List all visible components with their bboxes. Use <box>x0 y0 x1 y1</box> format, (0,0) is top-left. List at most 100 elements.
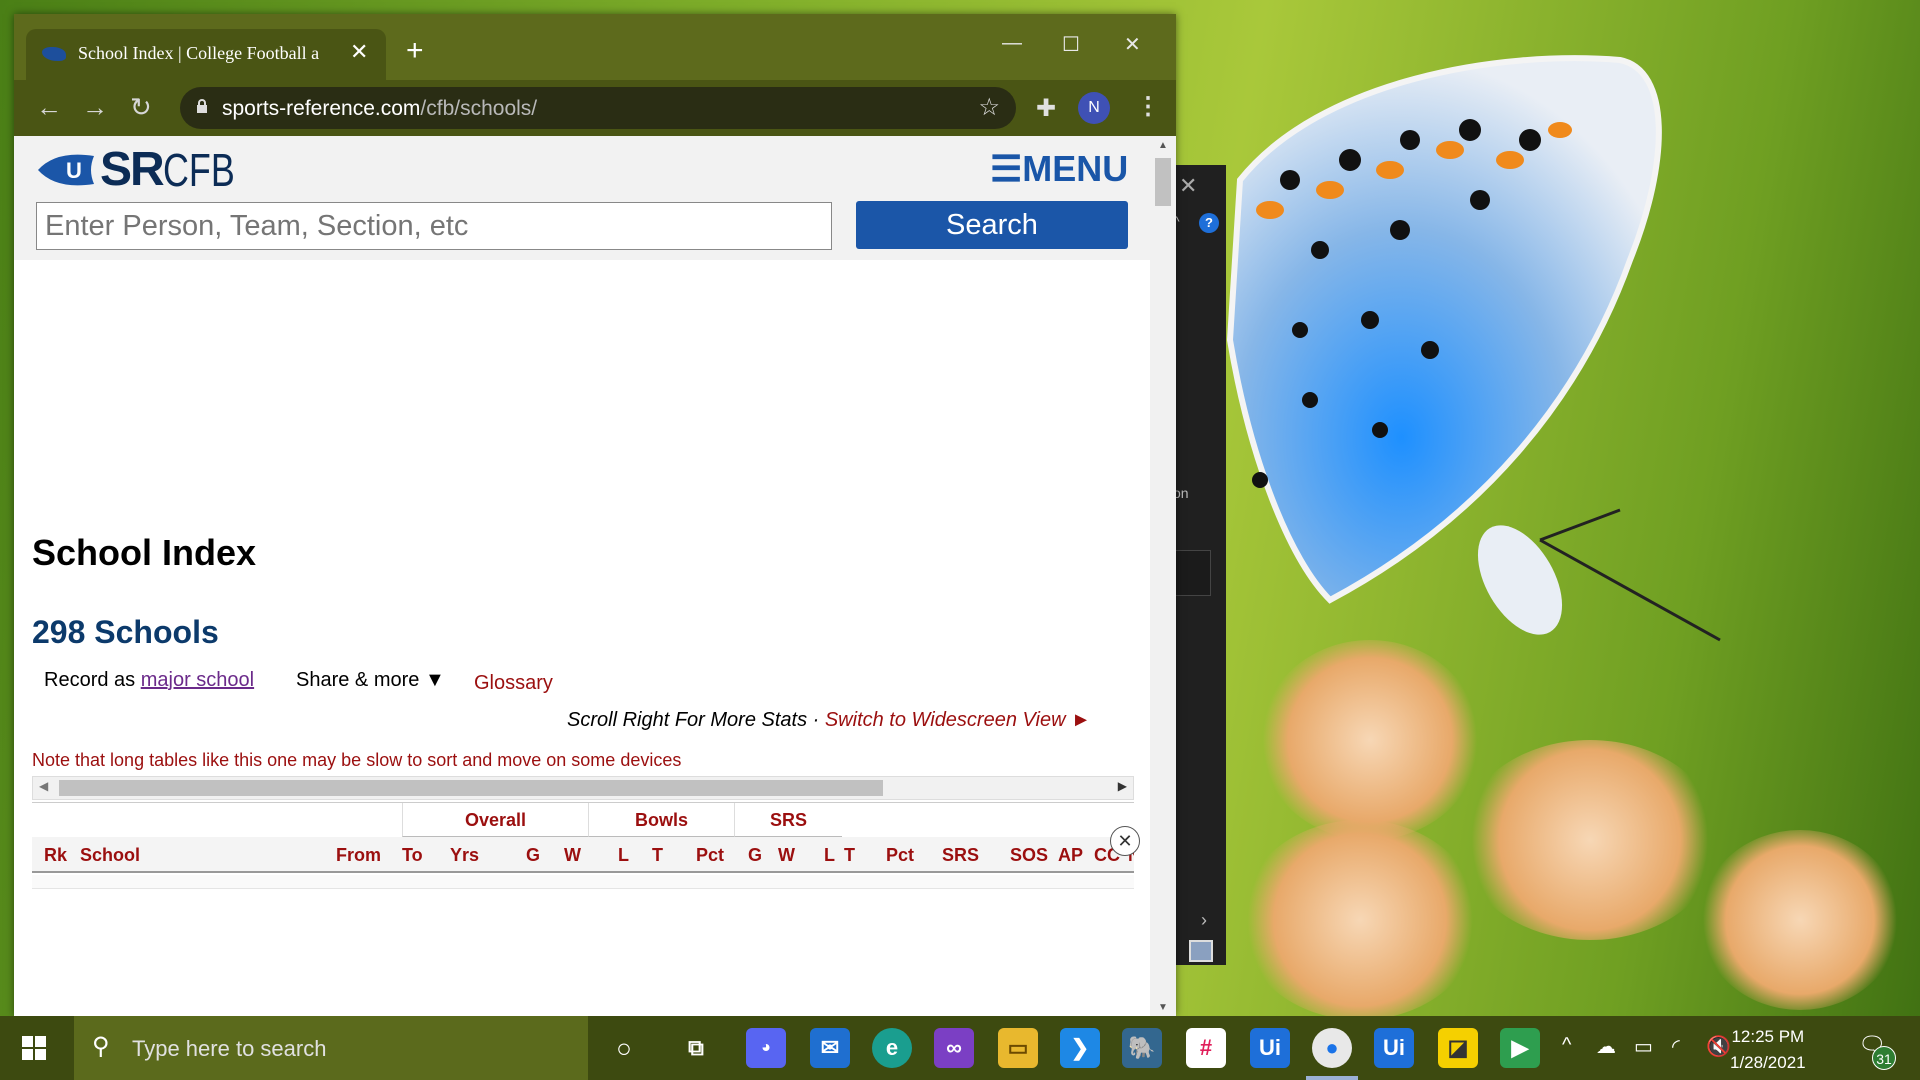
sticky-notes-icon[interactable]: ◪ <box>1438 1028 1478 1068</box>
col-header[interactable]: T <box>844 837 855 873</box>
reload-icon[interactable]: ↻ <box>130 92 152 122</box>
media-player-icon[interactable]: ▶ <box>1500 1028 1540 1068</box>
football-logo-icon: U <box>38 154 94 186</box>
window-close-icon[interactable]: ✕ <box>1124 32 1141 57</box>
scroll-down-icon[interactable]: ▼ <box>1158 1002 1168 1013</box>
col-header[interactable]: W <box>778 837 795 873</box>
browser-window: School Index | College Football a ✕ + — … <box>14 14 1176 1016</box>
flower <box>1260 640 1480 840</box>
system-clock[interactable]: 12:25 PM 1/28/2021 <box>1730 1024 1806 1076</box>
scroll-right-icon[interactable]: ▶ <box>1118 779 1127 793</box>
visual-studio-icon[interactable]: ∞ <box>934 1028 974 1068</box>
logo-sr-text: SR <box>100 143 165 196</box>
postgres-icon[interactable]: 🐘 <box>1122 1028 1162 1068</box>
back-icon[interactable]: ← <box>36 92 62 122</box>
file-explorer-icon[interactable]: ▭ <box>998 1028 1038 1068</box>
col-header[interactable]: Pct <box>696 837 724 873</box>
col-header[interactable]: Pct <box>886 837 914 873</box>
chevron-right-icon[interactable]: › <box>1201 910 1207 931</box>
scroll-up-icon[interactable]: ▲ <box>1158 140 1168 151</box>
table-row[interactable] <box>32 875 1134 889</box>
flower <box>1700 830 1900 1010</box>
profile-avatar[interactable]: N <box>1078 92 1110 124</box>
bookmark-star-icon[interactable]: ☆ <box>978 93 1000 122</box>
active-indicator <box>1306 1076 1358 1080</box>
glossary-link[interactable]: Glossary <box>474 672 553 695</box>
tab-close-icon[interactable]: ✕ <box>350 39 368 65</box>
col-header[interactable]: W <box>564 837 581 873</box>
address-bar[interactable]: sports-reference.com/cfb/schools/ ☆ <box>180 87 1016 129</box>
col-header[interactable]: SRS <box>942 837 979 873</box>
col-header[interactable]: Yrs <box>450 837 479 873</box>
cortana-icon[interactable]: ○ <box>604 1028 644 1068</box>
vscode-icon[interactable]: ❯ <box>1060 1028 1100 1068</box>
taskbar-search-placeholder: Type here to search <box>132 1036 327 1061</box>
share-more-dropdown[interactable]: Share & more ▼ <box>296 669 445 692</box>
col-header[interactable]: School <box>80 837 140 873</box>
close-icon[interactable]: ✕ <box>1179 173 1197 199</box>
windows-start-icon[interactable] <box>22 1036 46 1060</box>
discord-icon[interactable]: ◕ <box>746 1028 786 1068</box>
site-search-input[interactable] <box>36 202 832 250</box>
mail-icon[interactable]: ✉ <box>810 1028 850 1068</box>
slack-icon[interactable]: # <box>1186 1028 1226 1068</box>
forward-icon[interactable]: → <box>82 92 108 122</box>
col-header[interactable]: G <box>526 837 540 873</box>
onedrive-cloud-icon[interactable]: ☁ <box>1596 1034 1616 1059</box>
search-icon: ⚲ <box>92 1033 110 1060</box>
new-tab-icon[interactable]: + <box>406 36 424 66</box>
taskbar: ⚲ Type here to search ○ ⧉ ◕ ✉ e ∞ ▭ ❯ 🐘 … <box>0 1016 1920 1080</box>
ad-close-icon[interactable]: ✕ <box>1110 826 1140 856</box>
volume-muted-icon[interactable]: 🔇 <box>1706 1034 1731 1059</box>
battery-icon[interactable]: ▭ <box>1634 1034 1653 1059</box>
window-thumbnail-icon[interactable] <box>1189 940 1213 962</box>
clock-time: 12:25 PM <box>1731 1027 1805 1046</box>
table-horizontal-scrollbar[interactable]: ◀ ▶ <box>32 776 1134 800</box>
notification-center-icon[interactable]: 🗨 31 <box>1858 1032 1896 1070</box>
col-header[interactable]: G <box>748 837 762 873</box>
browser-tab[interactable]: School Index | College Football a ✕ <box>26 29 386 80</box>
col-header[interactable]: AP <box>1058 837 1083 873</box>
edge-icon[interactable]: e <box>872 1028 912 1068</box>
task-view-icon[interactable]: ⧉ <box>676 1028 716 1068</box>
col-header[interactable]: SOS <box>1010 837 1048 873</box>
srcfb-logo[interactable]: U SR CFB <box>36 146 255 194</box>
col-header[interactable]: L <box>824 837 835 873</box>
chevron-up-icon[interactable]: ^ <box>1562 1034 1571 1057</box>
browser-toolbar: ← → ↻ sports-reference.com/cfb/schools/ … <box>14 80 1176 136</box>
scrollbar-thumb[interactable] <box>1155 158 1171 206</box>
record-as-option: Record as major school <box>44 669 254 692</box>
search-button[interactable]: Search <box>856 201 1128 249</box>
major-school-link[interactable]: major school <box>141 669 254 691</box>
chrome-icon[interactable]: ● <box>1312 1028 1352 1068</box>
scrollbar-thumb[interactable] <box>59 780 883 796</box>
site-header: U SR CFB ☰MENU Search <box>14 136 1150 260</box>
col-header[interactable]: From <box>336 837 381 873</box>
header-group-srs: SRS <box>734 803 842 837</box>
col-header[interactable]: L <box>618 837 629 873</box>
menu-button[interactable]: ☰MENU <box>990 148 1128 190</box>
maximize-icon[interactable]: ☐ <box>1062 32 1080 57</box>
help-icon[interactable]: ? <box>1199 213 1219 233</box>
col-header[interactable]: T <box>652 837 663 873</box>
widescreen-link[interactable]: Switch to Widescreen View ► <box>825 709 1091 731</box>
extensions-puzzle-icon[interactable]: ✚ <box>1036 94 1056 123</box>
uipath-studio-icon[interactable]: Ui <box>1374 1028 1414 1068</box>
schools-table: Overall Bowls SRS Rk School From To Yrs … <box>32 802 1134 1016</box>
wifi-icon[interactable]: ◜ <box>1672 1034 1680 1059</box>
uipath-icon[interactable]: Ui <box>1250 1028 1290 1068</box>
browser-titlebar: School Index | College Football a ✕ + — … <box>14 14 1176 80</box>
taskbar-search-box[interactable]: ⚲ Type here to search <box>74 1016 588 1080</box>
browser-menu-icon[interactable]: ⋮ <box>1136 92 1160 121</box>
flower <box>1240 820 1480 1020</box>
url-path: /cfb/schools/ <box>420 97 538 120</box>
scroll-hint: Scroll Right For More Stats · Switch to … <box>567 709 1091 732</box>
col-header[interactable]: To <box>402 837 423 873</box>
col-header[interactable]: Rk <box>44 837 67 873</box>
minimize-icon[interactable]: — <box>1002 32 1022 55</box>
header-group-overall: Overall <box>402 803 588 837</box>
page-vertical-scrollbar[interactable]: ▲ ▼ <box>1150 136 1176 1016</box>
logo-cfb-text: CFB <box>162 144 235 196</box>
scroll-left-icon[interactable]: ◀ <box>39 779 48 793</box>
svg-text:U: U <box>66 158 82 183</box>
